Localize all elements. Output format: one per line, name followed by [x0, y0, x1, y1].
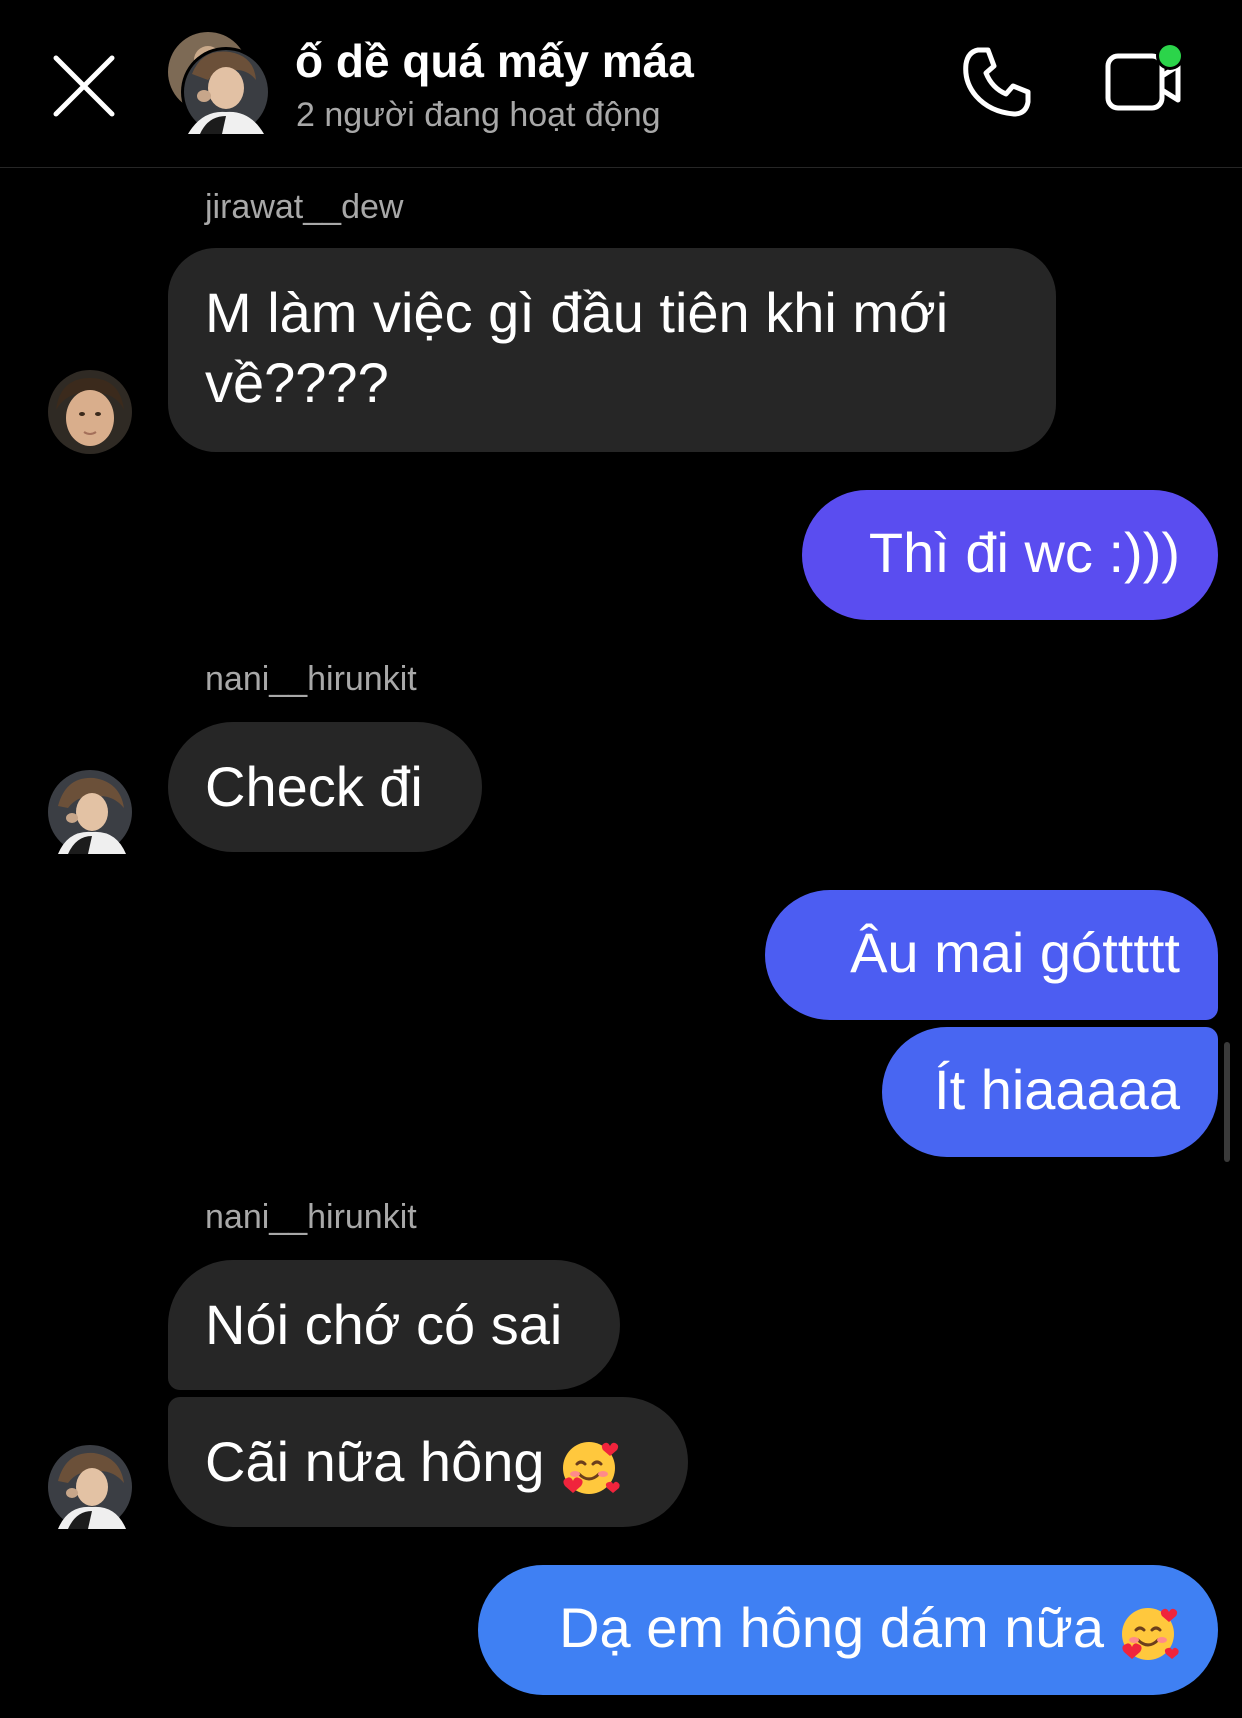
sender-name: nani__hirunkit — [205, 660, 417, 698]
scrollbar[interactable] — [1224, 1042, 1230, 1162]
avatar-nani[interactable] — [48, 1445, 132, 1529]
phone-icon — [963, 47, 1031, 117]
active-dot — [1159, 45, 1181, 67]
chat-screen: ố dề quá mấy máa 2 người đang hoạt động … — [0, 0, 1242, 1718]
sender-name: jirawat__dew — [205, 188, 404, 226]
video-call-button[interactable] — [1104, 42, 1186, 122]
chat-header: ố dề quá mấy máa 2 người đang hoạt động — [0, 0, 1242, 168]
voice-call-button[interactable] — [960, 44, 1036, 120]
video-camera-icon — [1105, 42, 1184, 111]
message-text: Cãi nữa hông — [205, 1430, 545, 1493]
outgoing-message[interactable]: Ít hiaaaaa — [882, 1027, 1218, 1157]
close-icon — [53, 55, 115, 117]
sender-name: nani__hirunkit — [205, 1198, 417, 1236]
close-button[interactable] — [48, 50, 120, 122]
incoming-message[interactable]: Nói chớ có sai — [168, 1260, 620, 1390]
smiling-face-with-hearts-icon — [1122, 1608, 1179, 1661]
chat-title[interactable]: ố dề quá mấy máa — [295, 34, 694, 88]
incoming-message[interactable]: Cãi nữa hông — [168, 1397, 688, 1527]
incoming-message[interactable]: Check đi — [168, 722, 482, 852]
message-text-line: M làm việc gì đầu tiên khi mới — [205, 281, 949, 344]
smiling-face-with-hearts-icon — [562, 1442, 620, 1495]
outgoing-message[interactable]: Thì đi wc :))) — [802, 490, 1218, 620]
outgoing-message[interactable]: Âu mai góttttt — [765, 890, 1218, 1020]
incoming-message[interactable]: M làm việc gì đầu tiên khi mới về???? — [168, 248, 1056, 452]
active-status: 2 người đang hoạt động — [296, 96, 661, 134]
outgoing-message[interactable]: Dạ em hông dám nữa — [478, 1565, 1218, 1695]
group-avatar[interactable] — [162, 30, 274, 140]
message-text-line: về???? — [205, 351, 389, 414]
avatar-nani[interactable] — [48, 770, 132, 854]
message-text: Dạ em hông dám nữa — [559, 1596, 1104, 1659]
avatar-jirawat[interactable] — [48, 370, 132, 454]
